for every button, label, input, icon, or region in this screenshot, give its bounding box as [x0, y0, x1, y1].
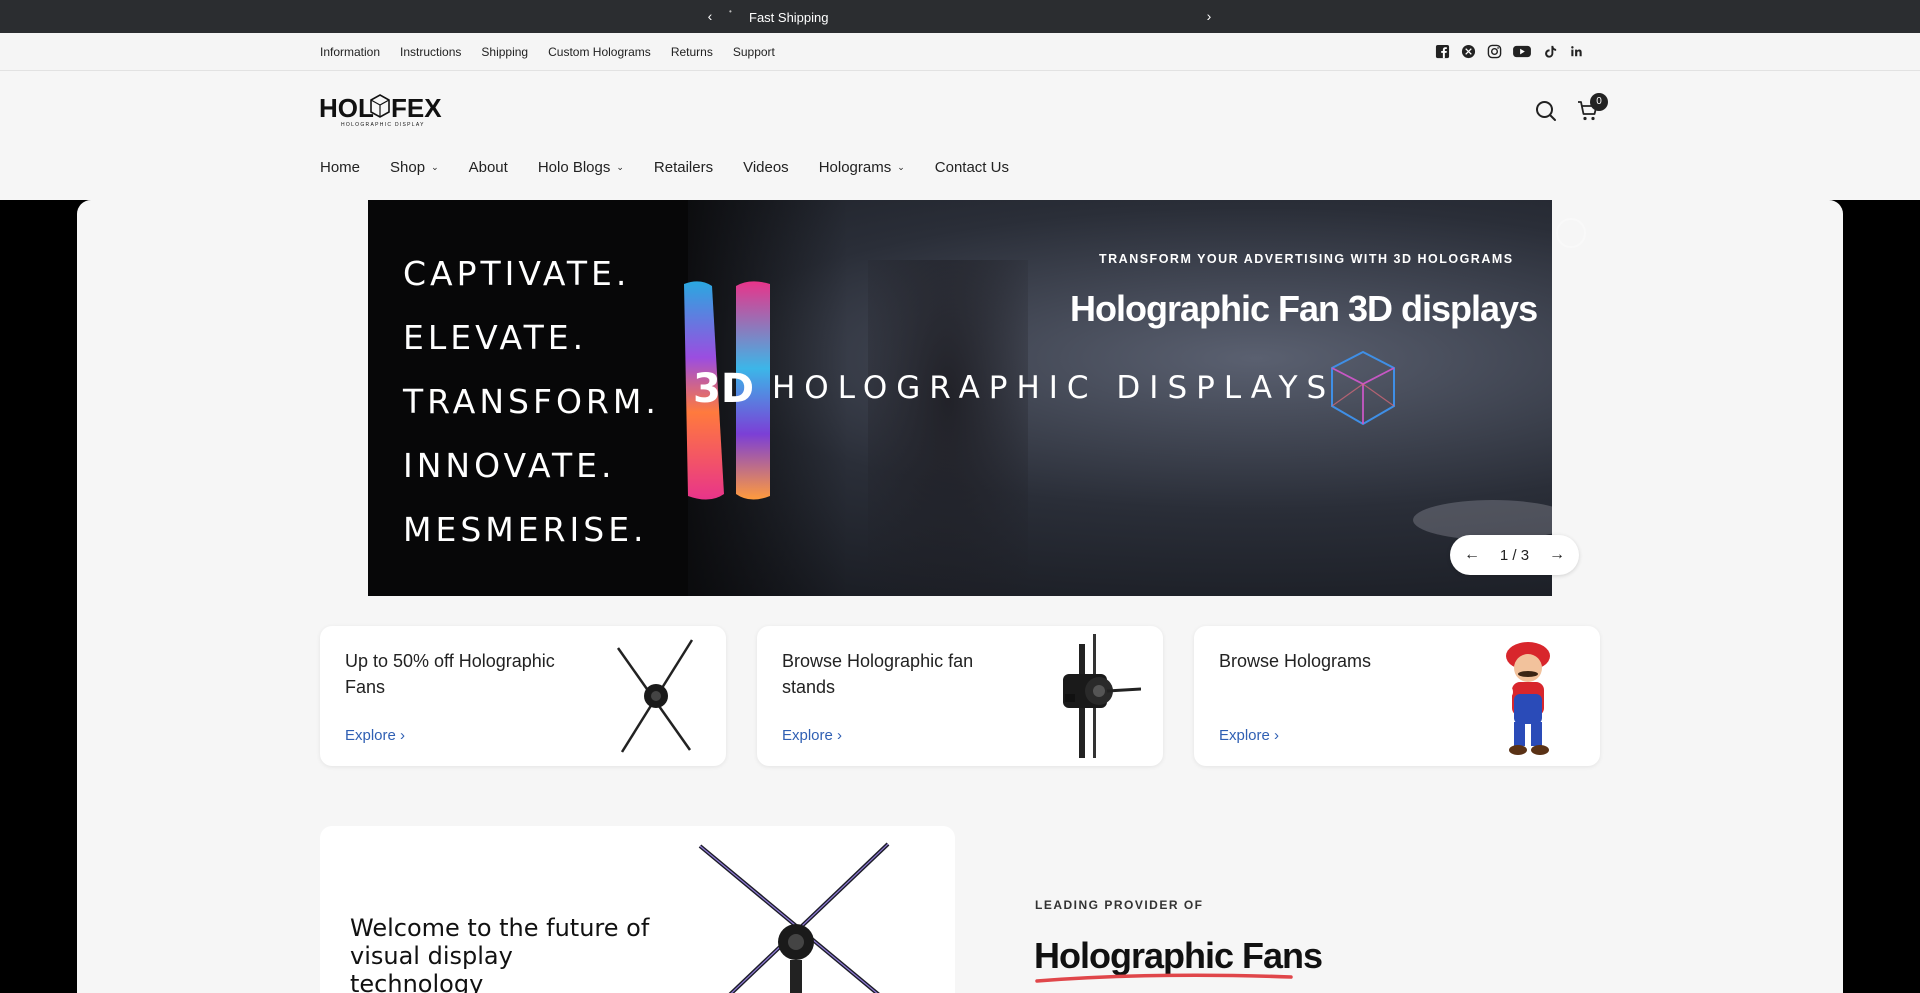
header-actions: 0: [1534, 93, 1608, 128]
card-explore-link[interactable]: Explore ›: [345, 727, 405, 744]
utility-link-returns[interactable]: Returns: [671, 45, 713, 59]
slider-controls: ← 1 / 3 →: [1450, 535, 1579, 575]
utility-link-support[interactable]: Support: [733, 45, 775, 59]
card-title: Up to 50% off Holographic Fans: [345, 651, 555, 697]
linkedin-icon[interactable]: [1568, 43, 1584, 59]
slide-indicator: 1 / 3: [1499, 546, 1530, 564]
tiktok-icon[interactable]: [1542, 43, 1558, 59]
holographic-fan-image: [698, 842, 890, 993]
hero-background-figure: [868, 260, 1028, 596]
site-logo[interactable]: HOL FEX HOLOGRAPHIC DISPLAY: [319, 93, 449, 129]
nav-item-holo-blogs[interactable]: Holo Blogs ⌄: [538, 159, 624, 176]
announcement-message: Fast Shipping: [749, 10, 829, 25]
social-links: [1434, 43, 1584, 59]
hero-claim: CAPTIVATE.: [403, 254, 631, 293]
chevron-down-icon: ⌄: [897, 162, 905, 172]
nav-label: Videos: [743, 159, 789, 176]
underline-swoosh-icon: [1035, 973, 1293, 983]
holofex-logo-icon: HOL FEX HOLOGRAPHIC DISPLAY: [319, 93, 442, 128]
nav-item-shop[interactable]: Shop ⌄: [390, 159, 439, 176]
hero-claim: ELEVATE.: [403, 318, 588, 357]
card-title: Browse Holographic fan stands: [782, 651, 974, 697]
utility-link-shipping[interactable]: Shipping: [481, 45, 528, 59]
slide-next-button[interactable]: →: [1547, 546, 1567, 564]
nav-item-about[interactable]: About: [469, 159, 508, 176]
holographic-fan-image: [616, 639, 694, 753]
card-title: Browse Holograms: [1219, 651, 1372, 671]
nav-item-holograms[interactable]: Holograms ⌄: [819, 159, 905, 176]
hero-claim: MESMERISE.: [403, 510, 648, 549]
cart-button[interactable]: 0: [1576, 93, 1608, 128]
nav-label: Contact Us: [934, 159, 1009, 176]
utility-bar: Information Instructions Shipping Custom…: [0, 33, 1920, 71]
utility-link-custom-holograms[interactable]: Custom Holograms: [548, 45, 651, 59]
announcement-prev-button[interactable]: ‹: [700, 8, 720, 26]
main-nav: Home Shop ⌄ About Holo Blogs ⌄ Retailers V…: [320, 159, 1009, 176]
nav-label: About: [468, 159, 508, 176]
welcome-card: Welcome to the future of visual display …: [320, 826, 955, 993]
hero-eyebrow: TRANSFORM YOUR ADVERTISING WITH 3D HOLOG…: [1099, 252, 1514, 266]
announcement-dot-icon: •: [729, 7, 732, 16]
welcome-text: Welcome to the future of visual display …: [350, 914, 650, 993]
svg-text:HOLOGRAPHIC DISPLAY: HOLOGRAPHIC DISPLAY: [341, 122, 425, 128]
svg-text:HOL: HOL: [319, 93, 374, 123]
chevron-down-icon: ⌄: [431, 162, 439, 172]
nav-label: Home: [320, 159, 361, 176]
card-link-label: Explore: [782, 727, 833, 744]
fan-stand-image: [1063, 634, 1141, 758]
hologram-cube-icon: [1331, 350, 1395, 426]
nav-label: Shop: [390, 159, 426, 176]
card-explore-link[interactable]: Explore ›: [1219, 727, 1279, 744]
hero-slide[interactable]: CAPTIVATE. ELEVATE. TRANSFORM. INNOVATE.…: [368, 200, 1552, 596]
nav-item-retailers[interactable]: Retailers: [654, 159, 713, 176]
youtube-icon[interactable]: [1512, 43, 1532, 59]
card-explore-link[interactable]: Explore ›: [782, 727, 842, 744]
hero-title: Holographic Fan 3D displays: [1070, 288, 1538, 329]
svg-text:FEX: FEX: [391, 93, 442, 123]
card-link-label: Explore: [1219, 727, 1270, 744]
promo-card-fans[interactable]: Up to 50% off Holographic Fans Explore ›: [320, 626, 726, 766]
hero-claim: INNOVATE.: [403, 446, 616, 485]
site-header: HOL FEX HOLOGRAPHIC DISPLAY 0 Home Shop ⌄…: [0, 71, 1920, 200]
utility-nav: Information Instructions Shipping Custom…: [320, 45, 775, 59]
card-link-label: Explore: [345, 727, 396, 744]
chevron-right-icon: ›: [1274, 727, 1280, 744]
hologram-character-image: [1499, 642, 1561, 755]
hero-3d-badge: 3D: [693, 366, 755, 412]
instagram-icon[interactable]: [1486, 43, 1502, 59]
nav-label: Holo Blogs: [537, 159, 611, 176]
cart-count-badge: 0: [1590, 93, 1608, 111]
hero-display-text: HOLOGRAPHIC DISPLAYS: [772, 370, 1336, 406]
chevron-right-icon: ›: [837, 727, 843, 744]
x-icon[interactable]: [1460, 43, 1476, 59]
nav-label: Holograms: [818, 159, 892, 176]
promo-card-holograms[interactable]: Browse Holograms Explore ›: [1194, 626, 1600, 766]
search-icon[interactable]: [1534, 99, 1558, 128]
utility-link-information[interactable]: Information: [320, 45, 380, 59]
chevron-right-icon: ›: [400, 727, 406, 744]
hero-faded-icon: [1556, 218, 1586, 248]
utility-link-instructions[interactable]: Instructions: [400, 45, 461, 59]
facebook-icon[interactable]: [1434, 43, 1450, 59]
leading-eyebrow: LEADING PROVIDER OF: [1035, 898, 1204, 912]
hero-background-table: [1413, 500, 1552, 540]
slide-prev-button[interactable]: ←: [1462, 546, 1482, 564]
nav-item-home[interactable]: Home: [320, 159, 360, 176]
hero-claim: TRANSFORM.: [403, 382, 660, 421]
announcement-next-button[interactable]: ›: [1199, 8, 1219, 26]
nav-item-contact-us[interactable]: Contact Us: [935, 159, 1009, 176]
nav-item-videos[interactable]: Videos: [743, 159, 789, 176]
chevron-down-icon: ⌄: [616, 162, 624, 172]
hero-claims: CAPTIVATE. ELEVATE. TRANSFORM. INNOVATE.…: [403, 242, 660, 562]
announcement-bar: ‹ • Fast Shipping ›: [0, 0, 1920, 33]
promo-card-stands[interactable]: Browse Holographic fan stands Explore ›: [757, 626, 1163, 766]
nav-label: Retailers: [653, 159, 714, 176]
